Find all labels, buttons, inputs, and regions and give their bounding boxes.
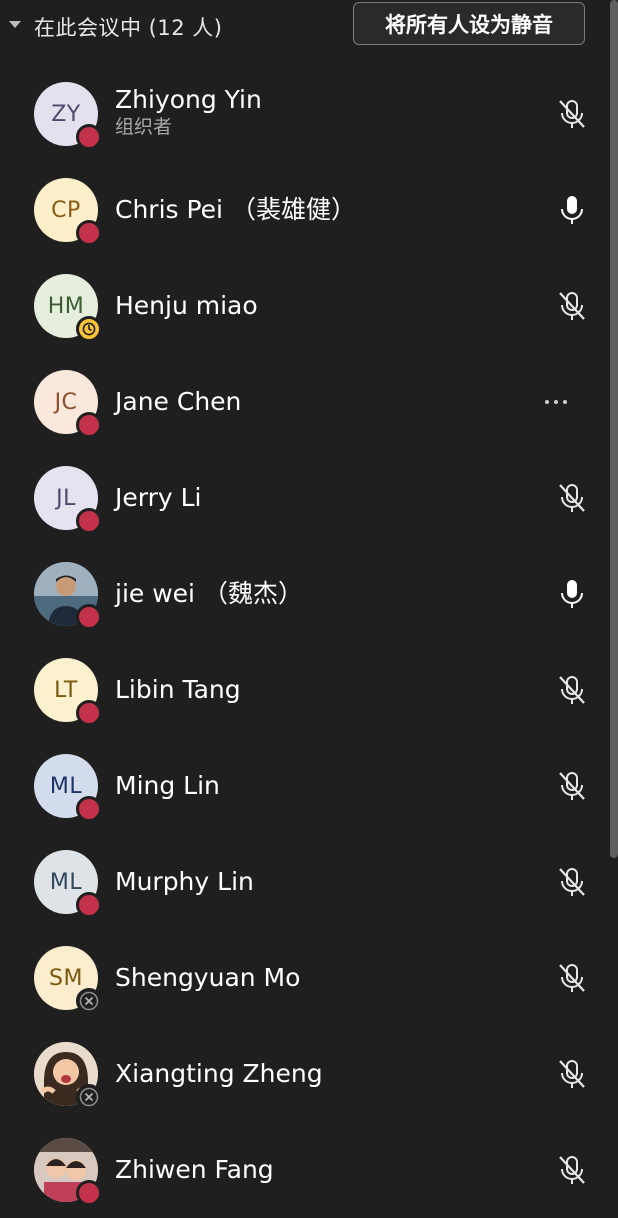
microphone-on-icon[interactable] [554, 192, 590, 228]
participant-name: Zhiwen Fang [115, 1155, 274, 1184]
participant-row[interactable]: ML Ming Lin [0, 738, 608, 834]
participant-info: Jane Chen [115, 386, 241, 418]
participant-row[interactable]: Zhiwen Fang [0, 1122, 608, 1218]
participant-row[interactable]: HM Henju miao [0, 258, 608, 354]
participant-row[interactable]: SM Shengyuan Mo [0, 930, 608, 1026]
participant-role: 组织者 [115, 116, 173, 138]
participant-info: Zhiyong Yin 组织者 [115, 84, 262, 138]
participant-info: Libin Tang [115, 674, 241, 706]
participant-info: Shengyuan Mo [115, 962, 300, 994]
avatar-initials: LT [54, 677, 78, 703]
collapse-caret-icon[interactable] [9, 21, 21, 28]
participant-info: Zhiwen Fang [115, 1154, 274, 1186]
participant-info: Murphy Lin [115, 866, 254, 898]
avatar-initials: SM [49, 965, 83, 991]
microphone-muted-icon[interactable] [554, 672, 590, 708]
participant-name: Jerry Li [115, 483, 202, 512]
avatar [34, 1138, 102, 1206]
microphone-muted-icon[interactable] [554, 288, 590, 324]
participant-row[interactable]: LT Libin Tang [0, 642, 608, 738]
participant-row[interactable]: ZY Zhiyong Yin 组织者 [0, 66, 608, 162]
busy-status-icon [76, 892, 102, 918]
participants-section-header: 在此会议中 (12 人) 将所有人设为静音 [0, 0, 608, 54]
participant-name: Xiangting Zheng [115, 1059, 323, 1088]
participant-row[interactable]: jie wei （魏杰） [0, 546, 608, 642]
microphone-muted-icon[interactable] [554, 768, 590, 804]
busy-status-icon [76, 1180, 102, 1206]
avatar: JL [34, 466, 102, 534]
offline-status-icon [76, 988, 102, 1014]
participant-row[interactable]: JL Jerry Li [0, 450, 608, 546]
avatar-initials: CP [51, 197, 81, 223]
microphone-muted-icon[interactable] [554, 1056, 590, 1092]
microphone-muted-icon[interactable] [554, 96, 590, 132]
offline-status-icon [76, 1084, 102, 1110]
avatar-initials: ML [49, 869, 83, 895]
mute-all-button[interactable]: 将所有人设为静音 [353, 2, 585, 45]
participant-name: Chris Pei （裴雄健） [115, 195, 356, 224]
participant-name: Libin Tang [115, 675, 241, 704]
participant-name: Zhiyong Yin [115, 85, 262, 114]
microphone-on-icon[interactable] [554, 576, 590, 612]
avatar [34, 562, 102, 630]
participant-info: Jerry Li [115, 482, 202, 514]
busy-status-icon [76, 412, 102, 438]
participant-name: jie wei （魏杰） [115, 579, 303, 608]
participant-row[interactable]: CP Chris Pei （裴雄健） [0, 162, 608, 258]
participant-info: Ming Lin [115, 770, 220, 802]
avatar: LT [34, 658, 102, 726]
section-title[interactable]: 在此会议中 (12 人) [34, 12, 222, 42]
busy-status-icon [76, 796, 102, 822]
busy-status-icon [76, 220, 102, 246]
avatar: SM [34, 946, 102, 1014]
participant-row[interactable]: Xiangting Zheng [0, 1026, 608, 1122]
microphone-muted-icon[interactable] [554, 480, 590, 516]
participant-name: Murphy Lin [115, 867, 254, 896]
avatar: HM [34, 274, 102, 342]
busy-status-icon [76, 604, 102, 630]
busy-status-icon [76, 124, 102, 150]
avatar [34, 1042, 102, 1110]
microphone-muted-icon[interactable] [554, 960, 590, 996]
avatar-initials: ZY [51, 101, 81, 127]
microphone-muted-icon[interactable] [554, 864, 590, 900]
participant-name: Shengyuan Mo [115, 963, 301, 992]
participant-row[interactable]: JC Jane Chen [0, 354, 608, 450]
participant-name: Henju miao [115, 291, 258, 320]
scrollbar-thumb[interactable] [610, 0, 618, 858]
more-options-icon[interactable] [538, 388, 574, 416]
avatar: CP [34, 178, 102, 246]
microphone-muted-icon[interactable] [554, 1152, 590, 1188]
avatar-initials: ML [49, 773, 83, 799]
participant-name: Ming Lin [115, 771, 220, 800]
avatar: ML [34, 850, 102, 918]
away-clock-icon [76, 316, 102, 342]
participant-info: Xiangting Zheng [115, 1058, 323, 1090]
busy-status-icon [76, 508, 102, 534]
avatar-initials: JL [56, 485, 76, 511]
participant-info: Chris Pei （裴雄健） [115, 194, 356, 226]
participant-info: Henju miao [115, 290, 258, 322]
participant-name: Jane Chen [115, 387, 242, 416]
participant-row[interactable]: ML Murphy Lin [0, 834, 608, 930]
busy-status-icon [76, 700, 102, 726]
avatar: ZY [34, 82, 102, 150]
participant-info: jie wei （魏杰） [115, 578, 303, 610]
avatar: JC [34, 370, 102, 438]
avatar-initials: HM [47, 293, 85, 319]
avatar-initials: JC [54, 389, 78, 415]
avatar: ML [34, 754, 102, 822]
